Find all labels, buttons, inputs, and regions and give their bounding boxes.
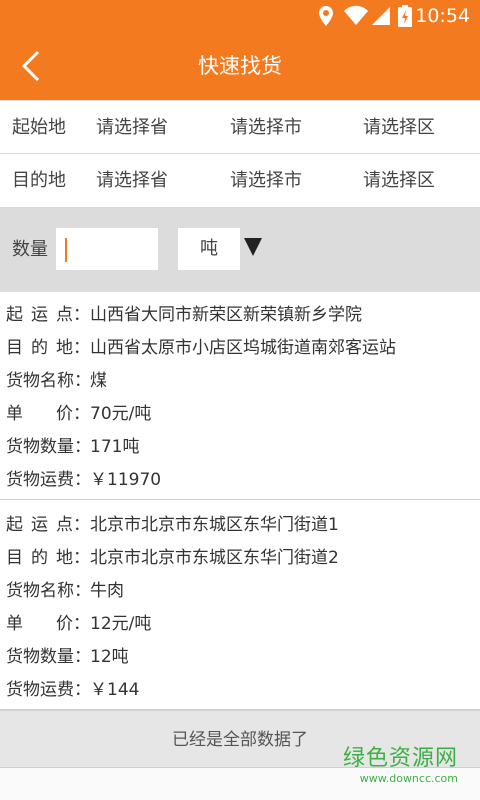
battery-icon	[398, 5, 412, 27]
watermark: 绿色资源网 www.downcc.com	[343, 746, 458, 786]
watermark-url: www.downcc.com	[359, 772, 458, 785]
cargo-dest-label: 目的地：	[6, 338, 90, 358]
cargo-origin-line: 起运点： 山西省大同市新荣区新荣镇新乡学院	[6, 300, 362, 325]
unit-select[interactable]: 吨	[178, 228, 240, 270]
quantity-bar: 数量 吨	[0, 208, 480, 292]
origin-city-select[interactable]: 请选择市	[230, 101, 302, 155]
origin-province-select[interactable]: 请选择省	[96, 101, 168, 155]
destination-label: 目的地	[12, 170, 66, 191]
status-time: 10:54	[415, 5, 470, 27]
cargo-fee-line: 货物运费：￥144	[6, 675, 139, 700]
cargo-origin-label: 起运点：	[6, 305, 90, 325]
cargo-name-label: 货物名称：	[6, 581, 91, 601]
origin-row: 起始地 请选择省 请选择市 请选择区	[0, 100, 480, 154]
watermark-text: 绿色资源网	[342, 746, 458, 771]
wifi-icon	[344, 5, 368, 25]
cargo-price-line: 单价： 70元/吨	[6, 399, 151, 424]
cargo-fee-value: ￥144	[90, 680, 140, 700]
cargo-name-line: 货物名称：煤	[6, 366, 107, 391]
cargo-fee-label: 货物运费：	[6, 680, 91, 700]
cargo-fee-line: 货物运费：￥11970	[6, 465, 161, 490]
cargo-origin-label: 起运点：	[6, 515, 90, 535]
app-bar: 快速找货	[0, 32, 480, 100]
cargo-name-line: 货物名称：牛肉	[6, 576, 124, 601]
cargo-name-value: 牛肉	[90, 581, 124, 601]
status-bar: 10:54	[0, 0, 480, 32]
page-title: 快速找货	[198, 54, 282, 78]
cargo-dest-line: 目的地： 山西省太原市小店区坞城街道南郊客运站	[6, 333, 396, 358]
cargo-qty-value: 171吨	[90, 437, 140, 457]
destination-district-select[interactable]: 请选择区	[363, 154, 435, 208]
signal-icon	[372, 7, 390, 25]
quantity-label: 数量	[12, 239, 48, 260]
origin-district-select[interactable]: 请选择区	[363, 101, 435, 155]
cargo-card[interactable]: 起运点： 山西省大同市新荣区新荣镇新乡学院 目的地： 山西省太原市小店区坞城街道南郊…	[0, 292, 480, 500]
cargo-price-value: 70元/吨	[90, 404, 152, 424]
cargo-origin-value: 北京市北京市东城区东华门街道1	[90, 515, 339, 535]
cargo-price-line: 单价： 12元/吨	[6, 609, 151, 634]
destination-row: 目的地 请选择省 请选择市 请选择区	[0, 154, 480, 208]
cargo-price-label: 单价：	[6, 614, 90, 634]
destination-city-select[interactable]: 请选择市	[230, 154, 302, 208]
destination-province-select[interactable]: 请选择省	[96, 154, 168, 208]
cargo-origin-value: 山西省大同市新荣区新荣镇新乡学院	[90, 305, 362, 325]
cargo-qty-value: 12吨	[90, 647, 129, 667]
cargo-qty-line: 货物数量：12吨	[6, 642, 129, 667]
text-cursor	[65, 238, 67, 262]
cargo-qty-label: 货物数量：	[6, 647, 91, 667]
cargo-card[interactable]: 起运点： 北京市北京市东城区东华门街道1 目的地： 北京市北京市东城区东华门街道2 …	[0, 500, 480, 710]
cargo-qty-line: 货物数量：171吨	[6, 432, 139, 457]
cargo-dest-line: 目的地： 北京市北京市东城区东华门街道2	[6, 543, 339, 568]
dropdown-arrow-icon[interactable]	[244, 238, 262, 256]
location-icon	[319, 6, 333, 26]
cargo-name-value: 煤	[90, 371, 107, 391]
cargo-dest-label: 目的地：	[6, 548, 90, 568]
cargo-price-label: 单价：	[6, 404, 90, 424]
cargo-price-value: 12元/吨	[90, 614, 152, 634]
cargo-fee-value: ￥11970	[90, 470, 162, 490]
quantity-input[interactable]	[56, 228, 158, 270]
cargo-dest-value: 山西省太原市小店区坞城街道南郊客运站	[90, 338, 396, 358]
cargo-dest-value: 北京市北京市东城区东华门街道2	[90, 548, 339, 568]
origin-label: 起始地	[12, 117, 66, 138]
cargo-qty-label: 货物数量：	[6, 437, 91, 457]
cargo-origin-line: 起运点： 北京市北京市东城区东华门街道1	[6, 510, 339, 535]
cargo-name-label: 货物名称：	[6, 371, 91, 391]
cargo-fee-label: 货物运费：	[6, 470, 91, 490]
